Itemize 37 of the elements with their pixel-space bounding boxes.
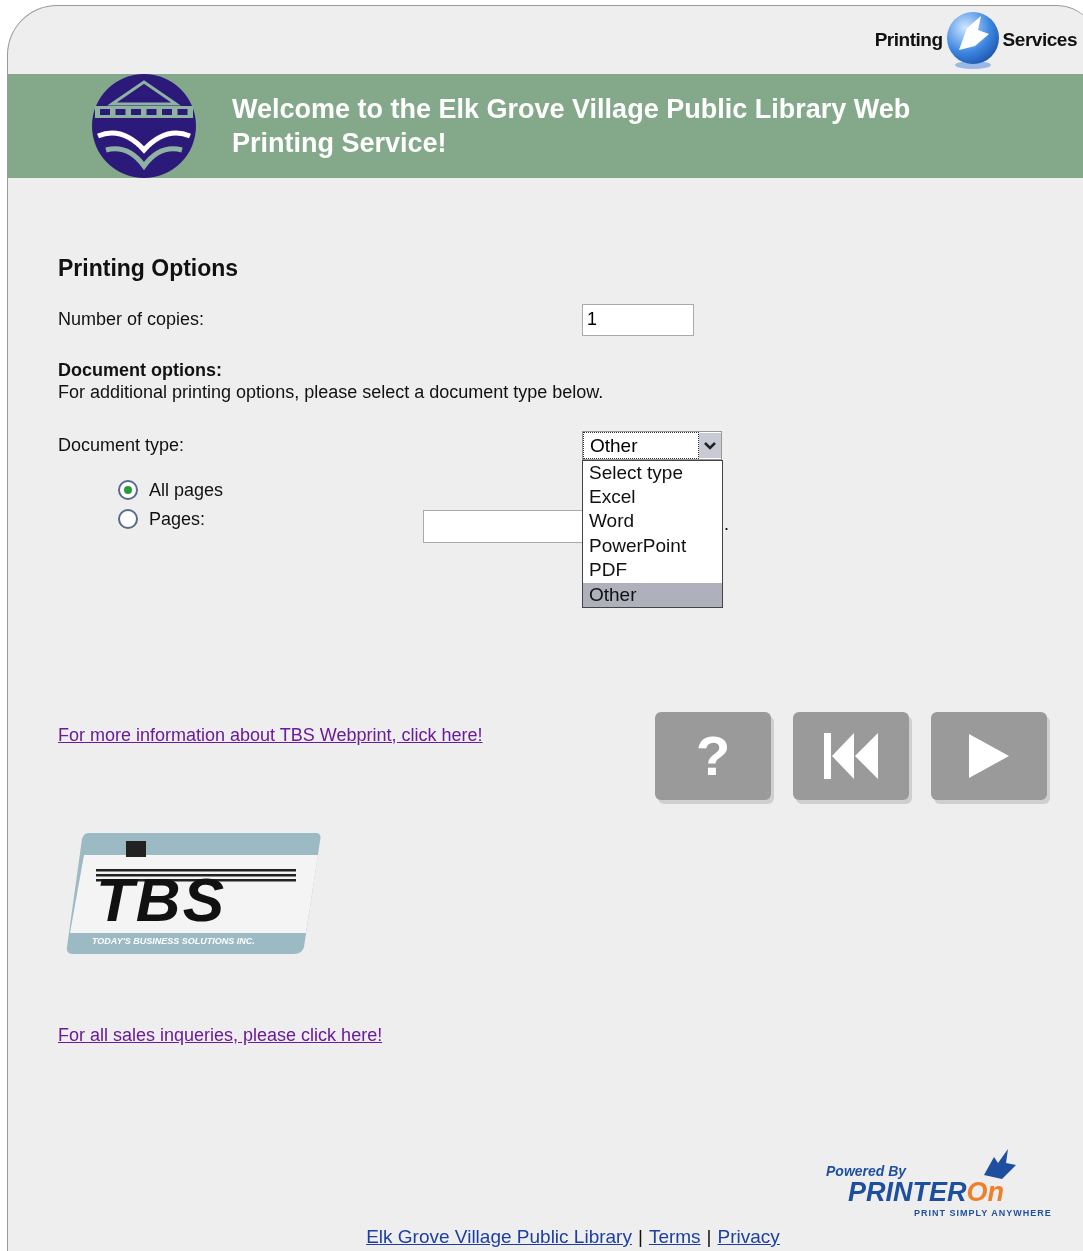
caret-icon <box>699 432 721 458</box>
copies-field[interactable]: 1 <box>582 303 694 336</box>
globe-icon <box>944 10 1001 70</box>
section-heading: Document options: <box>58 358 223 381</box>
bird-icon <box>984 1148 1016 1181</box>
separator: | <box>637 1224 643 1249</box>
dropdown-option[interactable]: Other <box>583 582 722 607</box>
pages-suffix: . <box>724 512 730 536</box>
brand-text: Services <box>1002 27 1077 52</box>
radio-button[interactable] <box>118 480 138 500</box>
dropdown-option[interactable]: Excel <box>583 484 722 510</box>
footer-link[interactable]: Privacy <box>717 1222 780 1251</box>
hint-text: For additional printing options, please select a document type below. <box>58 380 605 403</box>
info-link[interactable]: For more information about TBS Webprint, click here! <box>58 721 655 749</box>
radio-button[interactable] <box>118 509 138 529</box>
radio-label: Pages: <box>149 507 206 531</box>
banner-title: Welcome to the Elk Grove Village Public Library Web Printing Service! <box>232 93 912 160</box>
question-mark: ? <box>695 727 731 784</box>
field-label: Number of copies: <box>58 308 206 331</box>
skip-back-icon <box>824 732 878 779</box>
logo-text: TBS <box>96 868 226 931</box>
brand-text: Printing <box>874 27 943 52</box>
dropdown-option[interactable]: PDF <box>583 558 722 583</box>
document-type-select[interactable]: Other <box>582 430 722 460</box>
separator: | <box>706 1224 712 1249</box>
footer-link[interactable]: Terms <box>648 1222 701 1251</box>
play-icon <box>969 733 1009 778</box>
section-heading: Printing Options <box>58 254 240 283</box>
logo-tagline: PRINT SIMPLY ANYWHERE <box>914 1206 1052 1220</box>
logo-tagline: TODAY'S BUSINESS SOLUTIONS INC. <box>92 934 255 948</box>
footer-link[interactable]: Elk Grove Village Public Library <box>366 1222 632 1251</box>
dropdown-option[interactable]: Select type <box>583 460 722 485</box>
dropdown-option[interactable]: PowerPoint <box>583 533 722 559</box>
sales-link[interactable]: For all sales inqueries, please click here! <box>58 1021 383 1049</box>
field-label: Document type: <box>58 433 186 457</box>
radio-label: All pages <box>149 478 224 502</box>
dropdown-option[interactable]: Word <box>583 509 722 534</box>
